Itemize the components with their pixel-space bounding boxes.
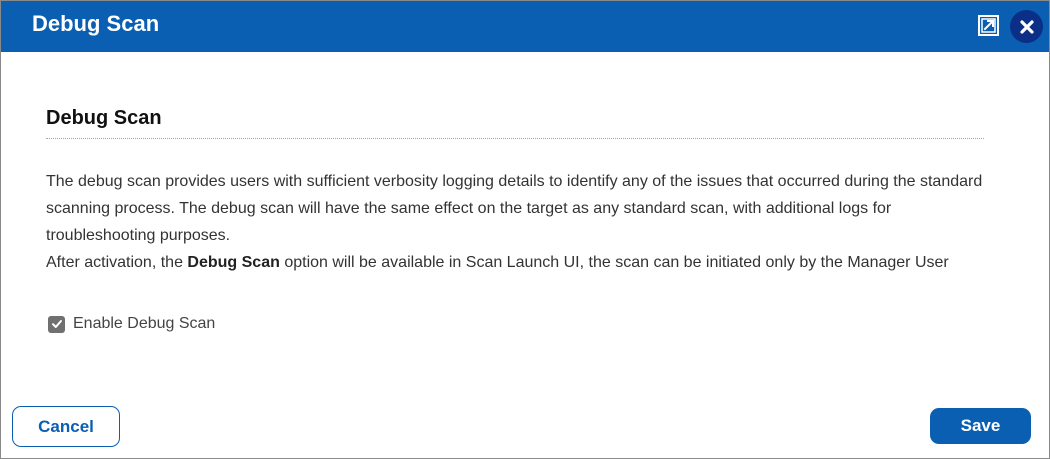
- dialog-title: Debug Scan: [32, 11, 160, 36]
- dialog-header: Debug Scan: [1, 1, 1049, 52]
- description-line-3: troubleshooting purposes.: [46, 227, 231, 244]
- activation-note: After activation, the Debug Scan option …: [46, 249, 1006, 276]
- enable-debug-scan-option[interactable]: Enable Debug Scan: [48, 314, 215, 334]
- activation-note-suffix: option will be available in Scan Launch …: [279, 254, 949, 271]
- checkmark-icon: [51, 320, 62, 328]
- description-line-1: The debug scan provides users with suffi…: [46, 173, 983, 190]
- close-button[interactable]: [1010, 10, 1043, 43]
- enable-debug-scan-checkbox[interactable]: [48, 315, 65, 333]
- save-button[interactable]: Save: [930, 408, 1031, 444]
- debug-scan-dialog: Debug Scan Debug Scan The debug scan pro…: [0, 0, 1050, 459]
- activation-note-prefix: After activation, the: [46, 254, 188, 271]
- popout-icon[interactable]: [977, 14, 1000, 37]
- section-title: Debug Scan: [46, 107, 162, 129]
- section-divider: [46, 138, 984, 139]
- activation-note-bold: Debug Scan: [187, 254, 280, 271]
- enable-debug-scan-label: Enable Debug Scan: [73, 315, 216, 332]
- cancel-button[interactable]: Cancel: [12, 406, 120, 447]
- close-icon: [1019, 19, 1034, 34]
- description-line-2: scanning process. The debug scan will ha…: [46, 200, 892, 217]
- description-text: The debug scan provides users with suffi…: [46, 168, 1006, 276]
